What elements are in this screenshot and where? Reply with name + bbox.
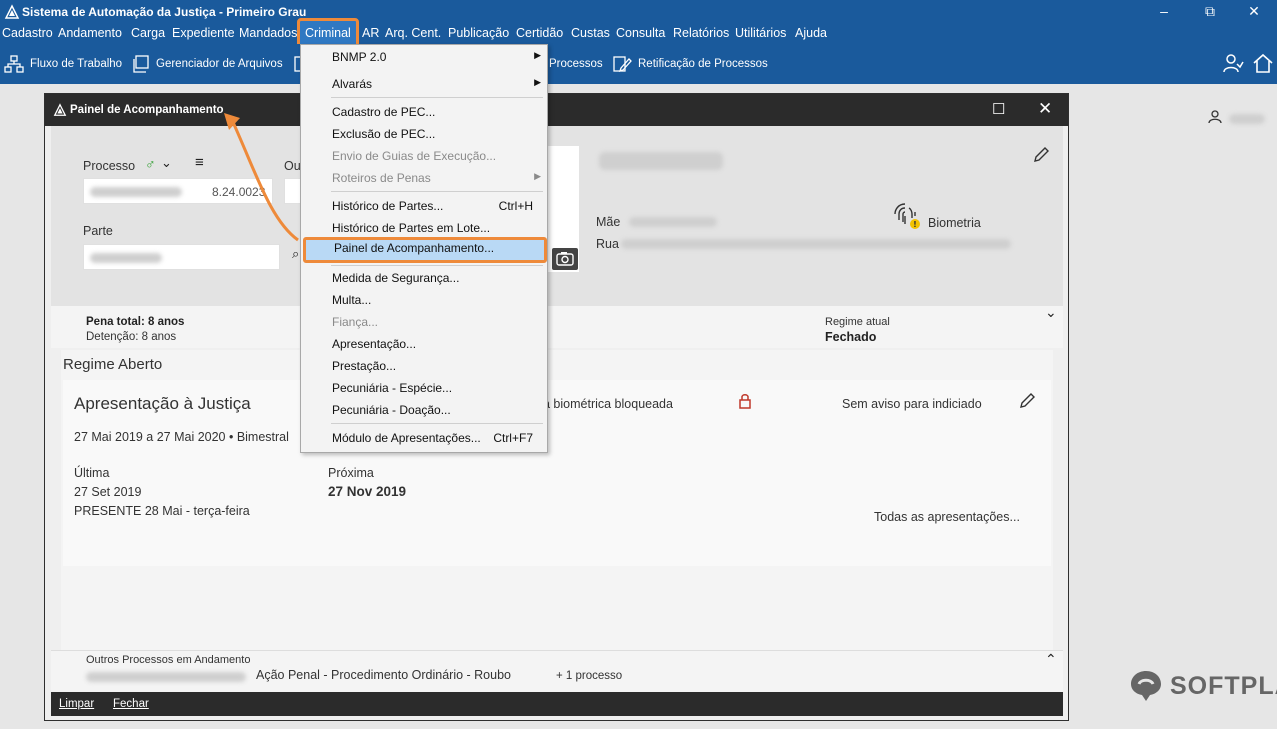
menu-item-alvaras[interactable]: Alvarás ▶ <box>301 73 547 95</box>
menu-item-medida-seguranca[interactable]: Medida de Segurança... <box>301 267 547 289</box>
menu-item-historico-partes[interactable]: Histórico de Partes... Ctrl+H <box>301 195 547 217</box>
menu-item-pecuniaria-especie[interactable]: Pecuniária - Espécie... <box>301 377 547 399</box>
menu-item-cadastro-pec[interactable]: Cadastro de PEC... <box>301 101 547 123</box>
menu-item-prestacao[interactable]: Prestação... <box>301 355 547 377</box>
menu-item-bnmp[interactable]: BNMP 2.0 ▶ <box>301 46 547 68</box>
menu-item-painel-acompanhamento[interactable]: Painel de Acompanhamento... <box>303 237 547 263</box>
menu-item-apresentacao[interactable]: Apresentação... <box>301 333 547 355</box>
softplan-logo-icon <box>1131 671 1161 701</box>
annotation-arrow <box>224 113 299 242</box>
menu-item-roteiros-penas: Roteiros de Penas ▶ <box>332 171 541 185</box>
menu-item-envio-guias: Envio de Guias de Execução... <box>332 149 497 163</box>
menu-item-pecuniaria-doacao[interactable]: Pecuniária - Doação... <box>301 399 547 421</box>
softplan-watermark: SOFTPLAN <box>1128 668 1277 704</box>
criminal-dropdown-menu: BNMP 2.0 ▶ Alvarás ▶ Cadastro de PEC... Ex… <box>300 44 548 453</box>
menu-item-fianca: Fiança... <box>332 315 379 329</box>
menu-item-multa[interactable]: Multa... <box>301 289 547 311</box>
menu-item-historico-partes-lote[interactable]: Histórico de Partes em Lote... <box>301 217 547 239</box>
menu-item-modulo-apresentacoes[interactable]: Módulo de Apresentações... Ctrl+F7 <box>301 427 547 449</box>
menu-item-exclusao-pec[interactable]: Exclusão de PEC... <box>301 123 547 145</box>
